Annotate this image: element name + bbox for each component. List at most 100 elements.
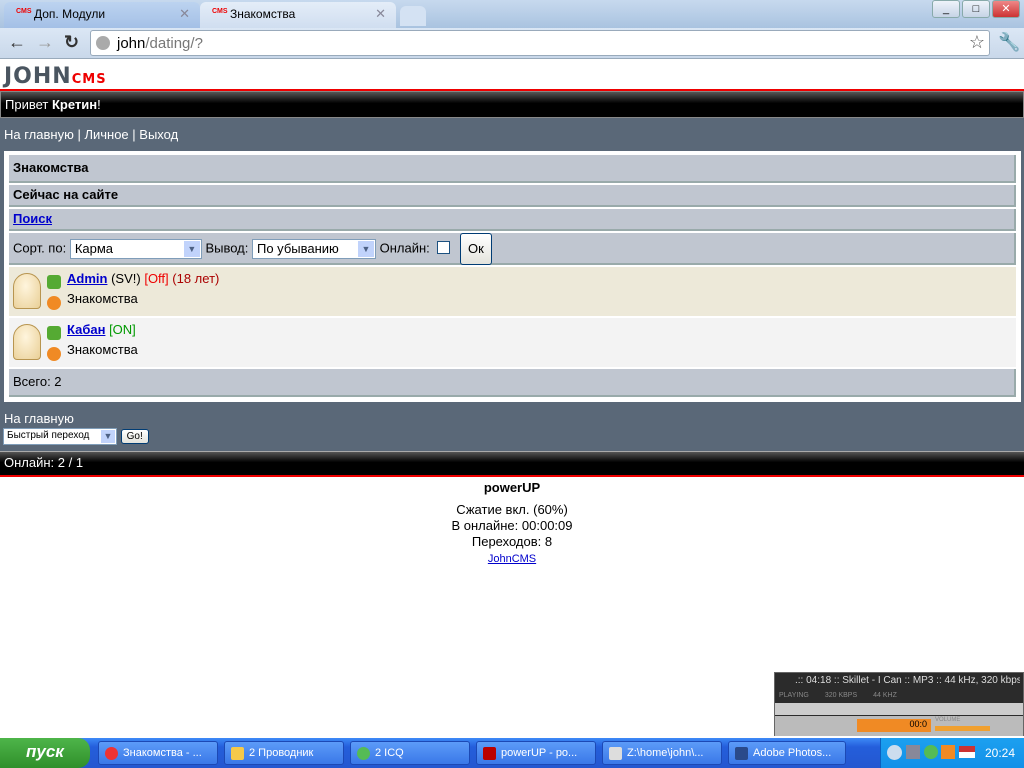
volume-slider[interactable] — [935, 726, 990, 731]
arrow-right-icon — [47, 347, 61, 361]
task-photoshop[interactable]: Adobe Photos... — [728, 741, 846, 765]
icq-icon — [357, 747, 370, 760]
globe-icon — [96, 36, 110, 50]
quick-jump: Быстрый переход ▼ Go! — [3, 428, 149, 446]
avatar — [13, 273, 41, 309]
close-tab-icon[interactable]: ✕ — [179, 6, 190, 22]
nav-sep: | — [128, 127, 140, 142]
search-link[interactable]: Поиск — [13, 211, 52, 226]
order-select[interactable]: По убыванию ▼ — [251, 239, 376, 259]
back-icon[interactable]: ← — [8, 32, 26, 53]
arrow-right-icon — [47, 296, 61, 310]
search-row: Поиск — [9, 209, 1016, 231]
url-path: /dating/? — [145, 35, 203, 52]
icq-tray-icon[interactable] — [924, 745, 938, 759]
samplerate: 44 KHZ — [873, 692, 897, 699]
page-title: Знакомства — [9, 155, 1016, 183]
network-icon[interactable] — [906, 745, 920, 759]
system-tray: 20:24 — [880, 738, 1024, 768]
star-icon[interactable]: ☆ — [969, 32, 985, 53]
user-link[interactable]: Admin — [67, 271, 107, 286]
wrench-icon[interactable]: 🔧 — [998, 32, 1020, 53]
tab-dating[interactable]: CMS Знакомства ✕ — [200, 2, 396, 28]
task-filezilla[interactable]: powerUP - po... — [476, 741, 596, 765]
chevron-down-icon: ▼ — [183, 241, 200, 257]
johncms-link[interactable]: JohnCMS — [488, 553, 536, 565]
user-location: Знакомства — [67, 342, 138, 357]
username: Кретин — [51, 97, 98, 112]
output-label: Вывод: — [205, 240, 249, 256]
online-label: Онлайн: — [379, 240, 430, 256]
folder-icon — [231, 747, 244, 760]
volume-label: VOLUME — [935, 717, 961, 723]
home-link[interactable]: На главную — [4, 411, 74, 426]
transitions-count: Переходов: 8 — [471, 534, 553, 549]
forward-icon[interactable]: → — [36, 32, 54, 53]
top-nav: На главную | Личное | Выход — [0, 118, 1024, 151]
user-rank: (SV!) — [111, 271, 141, 286]
chevron-down-icon: ▼ — [357, 241, 374, 257]
user-row: Admin (SV!) [Off] (18 лет) Знакомства — [9, 267, 1016, 316]
divider — [0, 475, 1024, 477]
dating-panel: Знакомства Сейчас на сайте Поиск Сорт. п… — [4, 151, 1021, 402]
cms-favicon-icon: CMS — [212, 8, 228, 15]
cms-favicon-icon: CMS — [16, 8, 32, 15]
add-friend-icon[interactable] — [47, 326, 61, 340]
close-tab-icon[interactable]: ✕ — [375, 6, 386, 22]
sort-select[interactable]: Карма ▼ — [69, 239, 202, 259]
tab-strip: CMS Доп. Модули ✕ CMS Знакомства ✕ _ □ ✕ — [0, 0, 1024, 28]
minimize-icon[interactable]: _ — [932, 0, 960, 18]
notepad-icon — [609, 747, 622, 760]
footer: powerUP Сжатие вкл. (60%) В онлайне: 00:… — [0, 480, 1024, 567]
task-icq[interactable]: 2 ICQ — [350, 741, 470, 765]
winamp-controls: 00:0 VOLUME — [775, 716, 1023, 736]
user-link[interactable]: Кабан — [67, 322, 105, 337]
task-explorer[interactable]: 2 Проводник — [224, 741, 344, 765]
filter-row: Сорт. по: Карма ▼ Вывод: По убыванию ▼ Онл… — [9, 233, 1016, 265]
online-counter: Онлайн: 2 / 1 — [0, 451, 1024, 475]
ok-button[interactable]: Ок — [460, 233, 492, 265]
winamp-tray-icon[interactable] — [941, 745, 955, 759]
track-time: 00:0 — [857, 719, 931, 732]
quick-jump-select[interactable]: Быстрый переход ▼ — [3, 428, 117, 446]
nav-logout[interactable]: Выход — [139, 127, 178, 142]
nav-home[interactable]: На главную — [4, 127, 74, 142]
total-count: Всего: 2 — [9, 369, 1016, 397]
taskbar: пуск Знакомства - ... 2 Проводник 2 ICQ … — [0, 738, 1024, 768]
bitrate: 320 KBPS — [824, 692, 858, 699]
browser-toolbar: ← → ↻ john/dating/? ☆ 🔧 — [0, 28, 1024, 59]
address-bar[interactable]: john/dating/? ☆ — [90, 30, 990, 56]
johncms-logo[interactable]: JOHNCMS — [4, 64, 107, 89]
us-flag-icon[interactable] — [959, 746, 975, 758]
close-icon[interactable]: ✕ — [992, 0, 1020, 18]
online-checkbox[interactable] — [437, 240, 451, 254]
add-friend-icon[interactable] — [47, 275, 61, 289]
new-tab-button[interactable] — [400, 6, 426, 26]
task-notepad[interactable]: Z:\home\john\... — [602, 741, 722, 765]
nav-personal[interactable]: Личное — [84, 127, 128, 142]
play-state: PLAYING — [779, 692, 809, 699]
greeting-end: ! — [97, 97, 101, 112]
clock[interactable]: 20:24 — [985, 746, 1015, 760]
greeting-bar: Привет Кретин! — [0, 91, 1024, 118]
online-time: В онлайне: 00:00:09 — [451, 518, 573, 533]
status-badge: [ON] — [109, 322, 136, 337]
start-button[interactable]: пуск — [0, 738, 90, 768]
avatar — [13, 324, 41, 360]
user-age: (18 лет) — [172, 271, 220, 286]
tab-title: Доп. Модули — [34, 7, 106, 21]
seek-bar[interactable] — [775, 703, 1023, 715]
chevron-down-icon: ▼ — [101, 430, 115, 444]
sort-label: Сорт. по: — [13, 240, 67, 256]
task-chrome[interactable]: Знакомства - ... — [98, 741, 218, 765]
reload-icon[interactable]: ↻ — [64, 32, 79, 53]
maximize-icon[interactable]: □ — [962, 0, 990, 18]
user-row: Кабан [ON] Знакомства — [9, 318, 1016, 367]
tab-modules[interactable]: CMS Доп. Модули ✕ — [4, 2, 200, 28]
nav-sep: | — [73, 127, 85, 142]
collapse-tray-icon[interactable] — [887, 745, 902, 760]
greeting-text: Привет — [5, 97, 52, 112]
user-location: Знакомства — [67, 291, 138, 306]
go-button[interactable]: Go! — [120, 429, 149, 445]
photoshop-icon — [735, 747, 748, 760]
